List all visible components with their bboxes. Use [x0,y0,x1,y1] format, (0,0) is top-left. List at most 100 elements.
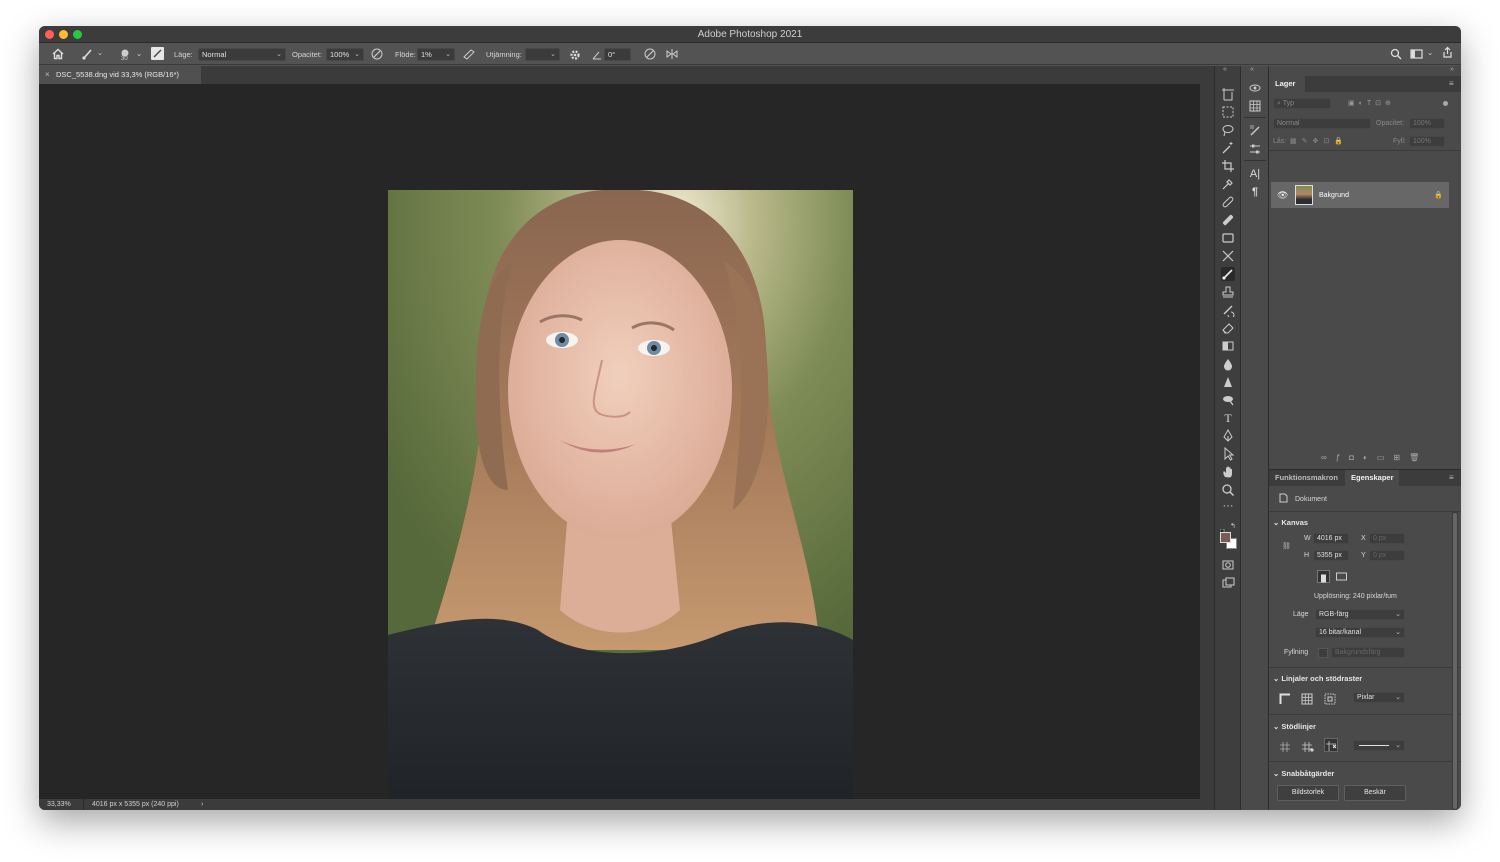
canvas-section-title[interactable]: ⌄ Kanvas [1273,518,1308,527]
gear-icon[interactable] [569,48,581,60]
healing-tool[interactable] [1221,195,1235,209]
rulers-icon[interactable] [1279,692,1291,704]
layer-action-icons[interactable]: ∞ƒ◘◐▭⊞🗑 [1321,453,1428,462]
portrait-orientation-icon[interactable] [1317,570,1330,583]
close-icon[interactable]: × [45,66,50,84]
new-guide-icon[interactable] [1301,740,1315,752]
lock-icon[interactable]: 🔒 [1434,191,1443,199]
frame-tool[interactable] [1221,231,1235,245]
type-tool[interactable]: T [1221,411,1235,425]
smoothing-input[interactable]: ⌄ [525,48,560,61]
grid-icon[interactable] [1301,692,1313,705]
patch-tool[interactable] [1221,213,1235,227]
quick-mask-icon[interactable] [1221,558,1235,572]
default-colors-icon[interactable] [1219,522,1226,534]
marquee-tool[interactable] [1221,105,1235,119]
artboard-tool[interactable] [1221,87,1235,101]
collapse-right-icon[interactable]: » [1450,66,1454,73]
eye-icon[interactable]: 👁 [1277,190,1288,201]
magic-wand-tool[interactable] [1221,141,1235,155]
swap-colors-icon[interactable]: ↰ [1230,522,1236,530]
path-selection-tool[interactable] [1221,446,1235,461]
brush-settings-panel-icon[interactable] [1248,124,1262,138]
layers-opacity-input[interactable]: 100% [1409,118,1445,129]
content-aware-move-tool[interactable] [1221,249,1235,263]
eraser-tool[interactable] [1221,321,1235,335]
filter-toggle-icon[interactable] [1443,101,1448,106]
hand-tool[interactable] [1221,465,1235,479]
pen-tool[interactable] [1221,428,1235,443]
grid-panel-icon[interactable] [1248,99,1262,113]
crop-tool[interactable] [1221,159,1235,173]
history-brush-tool[interactable] [1221,303,1235,319]
panel-menu-icon[interactable]: ≡ [1449,79,1454,88]
height-input[interactable]: 5355 px [1313,550,1349,561]
image-size-button[interactable]: Bildstorlek [1277,785,1339,801]
lasso-tool[interactable] [1221,123,1235,137]
blur-tool[interactable] [1221,357,1235,371]
tab-layers[interactable]: Lager [1269,76,1305,92]
dodge-tool[interactable] [1221,393,1235,407]
tab-actions[interactable]: Funktionsmakron [1269,470,1343,486]
angle-input[interactable]: 0° [604,48,631,61]
layer-filter-icons[interactable]: ▣◐T⊡⊕ [1348,99,1395,107]
flow-input[interactable]: 1% ⌄ [417,48,455,61]
properties-scrollbar[interactable] [1452,511,1458,810]
3d-icon[interactable] [1248,81,1262,95]
clone-stamp-tool[interactable] [1221,285,1235,299]
canvas-area[interactable] [39,84,1200,810]
fill-input[interactable]: 100% [1409,136,1445,147]
lock-icons[interactable]: ▦✎✥⊡🔒 [1290,137,1348,145]
symmetry-icon[interactable] [665,47,679,61]
y-input[interactable]: 0 px [1369,550,1405,561]
pressure-size-icon[interactable] [643,47,657,61]
gradient-tool[interactable] [1221,339,1235,353]
character-panel-icon[interactable]: A| [1248,167,1262,181]
layer-row[interactable]: 👁 Bakgrund 🔒 [1271,182,1449,208]
chevron-down-icon[interactable]: ⌄ [97,49,103,57]
tab-properties[interactable]: Egenskaper [1345,470,1399,486]
portrait-photo[interactable] [388,190,853,810]
airbrush-icon[interactable] [462,47,476,61]
scrollbar-thumb[interactable] [1453,513,1457,809]
collapse-panels-icon[interactable]: « [1250,66,1254,73]
more-tools-icon[interactable]: ··· [1221,501,1235,515]
canvas-vertical-scrollbar[interactable] [1200,84,1214,799]
fill-select[interactable]: Bakgrundsfärg [1331,647,1405,658]
quick-actions-section-title[interactable]: ⌄ Snabbåtgärder [1273,769,1334,778]
adjustments-panel-icon[interactable] [1248,142,1262,156]
brush-tool[interactable] [1221,267,1235,281]
sharpen-tool[interactable] [1221,375,1235,389]
pressure-opacity-icon[interactable] [370,47,384,61]
landscape-orientation-icon[interactable] [1335,570,1348,583]
blend-mode-select[interactable]: Normal [1273,118,1371,129]
zoom-tool[interactable] [1221,483,1235,497]
foreground-color-swatch[interactable] [1220,532,1231,543]
chevron-down-icon[interactable]: ⌄ [1427,48,1433,57]
bit-depth-select[interactable]: 16 bitar/kanal ⌄ [1315,627,1405,638]
eyedropper-tool[interactable] [1221,177,1235,191]
link-icon[interactable]: ⛓ [1282,542,1291,550]
brush-settings-icon[interactable] [151,47,164,60]
zoom-level[interactable]: 33,33% [47,799,71,810]
guide-style-select[interactable]: ⌄ [1353,740,1405,751]
brush-preset-icon[interactable] [81,47,95,61]
guides-icon[interactable] [1279,740,1291,752]
screen-mode-icon[interactable] [1221,576,1235,590]
fill-swatch[interactable] [1318,648,1328,658]
document-tab[interactable]: × DSC_5538.dng vid 33,3% (RGB/16*) [39,66,201,84]
home-icon[interactable] [51,47,65,61]
x-input[interactable]: 0 px [1369,533,1405,544]
chevron-right-icon[interactable]: › [201,799,203,810]
workspace-icon[interactable] [1410,47,1423,59]
crop-button[interactable]: Beskär [1344,785,1406,801]
opacity-input[interactable]: 100% ⌄ [326,48,364,61]
layer-filter-input[interactable]: ⌕ Typ [1273,98,1331,109]
paragraph-panel-icon[interactable]: ¶ [1248,185,1262,199]
brush-tip-icon[interactable] [119,45,131,57]
mode-select[interactable]: Normal ⌄ [198,48,286,61]
collapse-toolbar-icon[interactable]: « [1223,66,1227,73]
rulers-section-title[interactable]: ⌄ Linjaler och stödraster [1273,674,1362,683]
guides-section-title[interactable]: ⌄ Stödlinjer [1273,722,1316,731]
search-icon[interactable] [1390,47,1402,60]
